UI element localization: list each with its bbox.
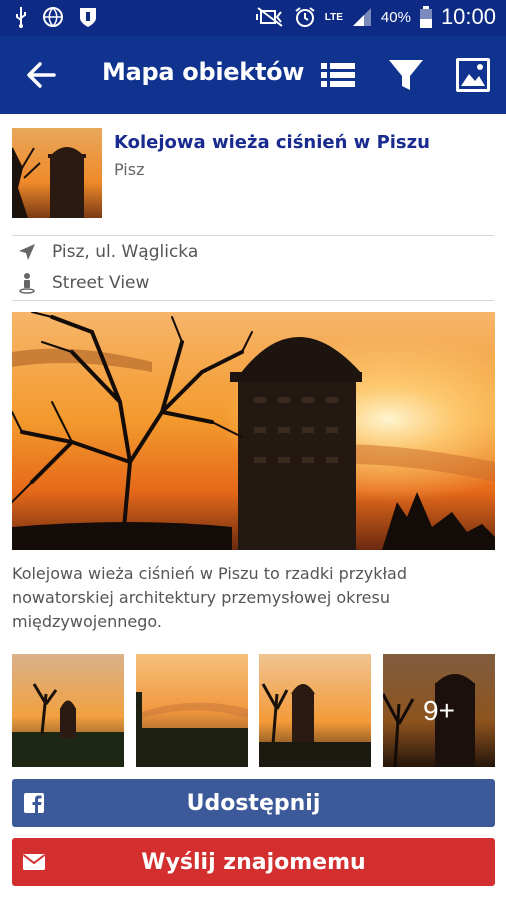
gallery-icon[interactable] bbox=[454, 56, 492, 94]
place-thumbnail[interactable] bbox=[12, 128, 102, 218]
send-to-friend-button[interactable]: Wyślij znajomemu bbox=[12, 838, 495, 886]
back-arrow-icon[interactable] bbox=[22, 56, 60, 94]
gallery-thumbnail[interactable] bbox=[259, 654, 371, 767]
place-city: Pisz bbox=[114, 160, 145, 179]
more-photos-count: 9+ bbox=[423, 694, 455, 726]
street-view-row[interactable]: Street View bbox=[12, 268, 494, 298]
pegman-icon bbox=[12, 271, 42, 295]
gallery-thumbnail[interactable] bbox=[12, 654, 124, 767]
navigation-arrow-icon bbox=[12, 240, 42, 264]
network-type: LTE bbox=[324, 11, 343, 23]
address-row[interactable]: Pisz, ul. Wąglicka bbox=[12, 237, 494, 267]
place-title: Kolejowa wieża ciśnień w Piszu bbox=[114, 132, 430, 153]
gallery-more-tile[interactable]: 9+ bbox=[383, 654, 495, 767]
filter-icon[interactable] bbox=[387, 56, 425, 94]
envelope-icon bbox=[22, 854, 46, 870]
battery-icon bbox=[419, 6, 432, 28]
list-icon[interactable] bbox=[319, 56, 357, 94]
clock: 10:00 bbox=[440, 4, 496, 29]
divider bbox=[12, 235, 494, 236]
shield-app-icon bbox=[80, 8, 96, 27]
status-bar: LTE 40% 10:00 bbox=[0, 0, 506, 36]
share-button-label: Udostępnij bbox=[186, 790, 321, 816]
address-label: Pisz, ul. Wąglicka bbox=[52, 242, 199, 262]
page-title: Mapa obiektów bbox=[102, 58, 305, 86]
app-bar: Mapa obiektów bbox=[0, 36, 506, 114]
signal-icon bbox=[352, 8, 371, 26]
battery-percent: 40% bbox=[380, 8, 411, 26]
place-description: Kolejowa wieża ciśnień w Piszu to rzadki… bbox=[12, 564, 408, 631]
facebook-icon bbox=[24, 793, 44, 813]
mute-icon bbox=[255, 7, 283, 27]
main-photo[interactable] bbox=[12, 312, 495, 550]
usb-icon bbox=[16, 7, 26, 28]
send-button-label: Wyślij znajomemu bbox=[141, 849, 366, 875]
street-view-label: Street View bbox=[52, 273, 150, 293]
gallery-thumbnail[interactable] bbox=[136, 654, 248, 767]
alarm-icon bbox=[295, 7, 315, 27]
share-button[interactable]: Udostępnij bbox=[12, 779, 495, 827]
globe-icon bbox=[43, 7, 63, 28]
divider bbox=[12, 300, 494, 301]
